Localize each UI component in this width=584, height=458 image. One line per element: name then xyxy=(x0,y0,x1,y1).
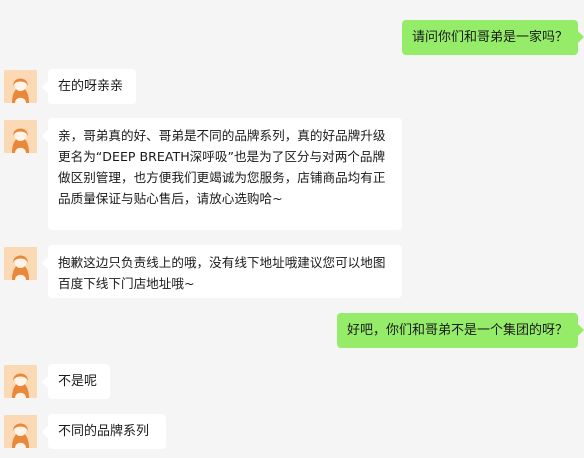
message-row-incoming: 在的呀亲亲 xyxy=(0,69,584,105)
incoming-message-bubble[interactable]: 不同的品牌系列 xyxy=(42,414,166,449)
message-row-outgoing: 请问你们和哥弟是一家吗？ xyxy=(0,20,584,55)
incoming-message-bubble[interactable]: 在的呀亲亲 xyxy=(42,69,136,104)
incoming-message-bubble[interactable]: 抱歉这边只负责线上的哦，没有线下地址哦建议您可以地图百度下线下门店地址哦~ xyxy=(42,245,402,298)
message-row-incoming: 不是呢 xyxy=(0,364,584,400)
outgoing-message-bubble[interactable]: 好吧，你们和哥弟不是一个集团的呀？ xyxy=(336,313,584,348)
agent-avatar-icon[interactable] xyxy=(4,247,37,280)
agent-avatar-icon[interactable] xyxy=(4,120,37,153)
outgoing-message-bubble[interactable]: 请问你们和哥弟是一家吗？ xyxy=(401,20,584,55)
incoming-message-bubble[interactable]: 亲，哥弟真的好、哥弟是不同的品牌系列，真的好品牌升级更名为“DEEP BREAT… xyxy=(42,118,402,230)
agent-avatar-icon[interactable] xyxy=(4,70,37,103)
agent-avatar-icon[interactable] xyxy=(4,415,37,448)
message-row-incoming: 不同的品牌系列 xyxy=(0,414,584,450)
incoming-message-bubble[interactable]: 不是呢 xyxy=(42,364,110,399)
message-row-outgoing: 好吧，你们和哥弟不是一个集团的呀？ xyxy=(0,313,584,348)
message-row-incoming: 抱歉这边只负责线上的哦，没有线下地址哦建议您可以地图百度下线下门店地址哦~ xyxy=(0,245,584,298)
agent-avatar-icon[interactable] xyxy=(4,365,37,398)
message-row-incoming: 亲，哥弟真的好、哥弟是不同的品牌系列，真的好品牌升级更名为“DEEP BREAT… xyxy=(0,118,584,230)
